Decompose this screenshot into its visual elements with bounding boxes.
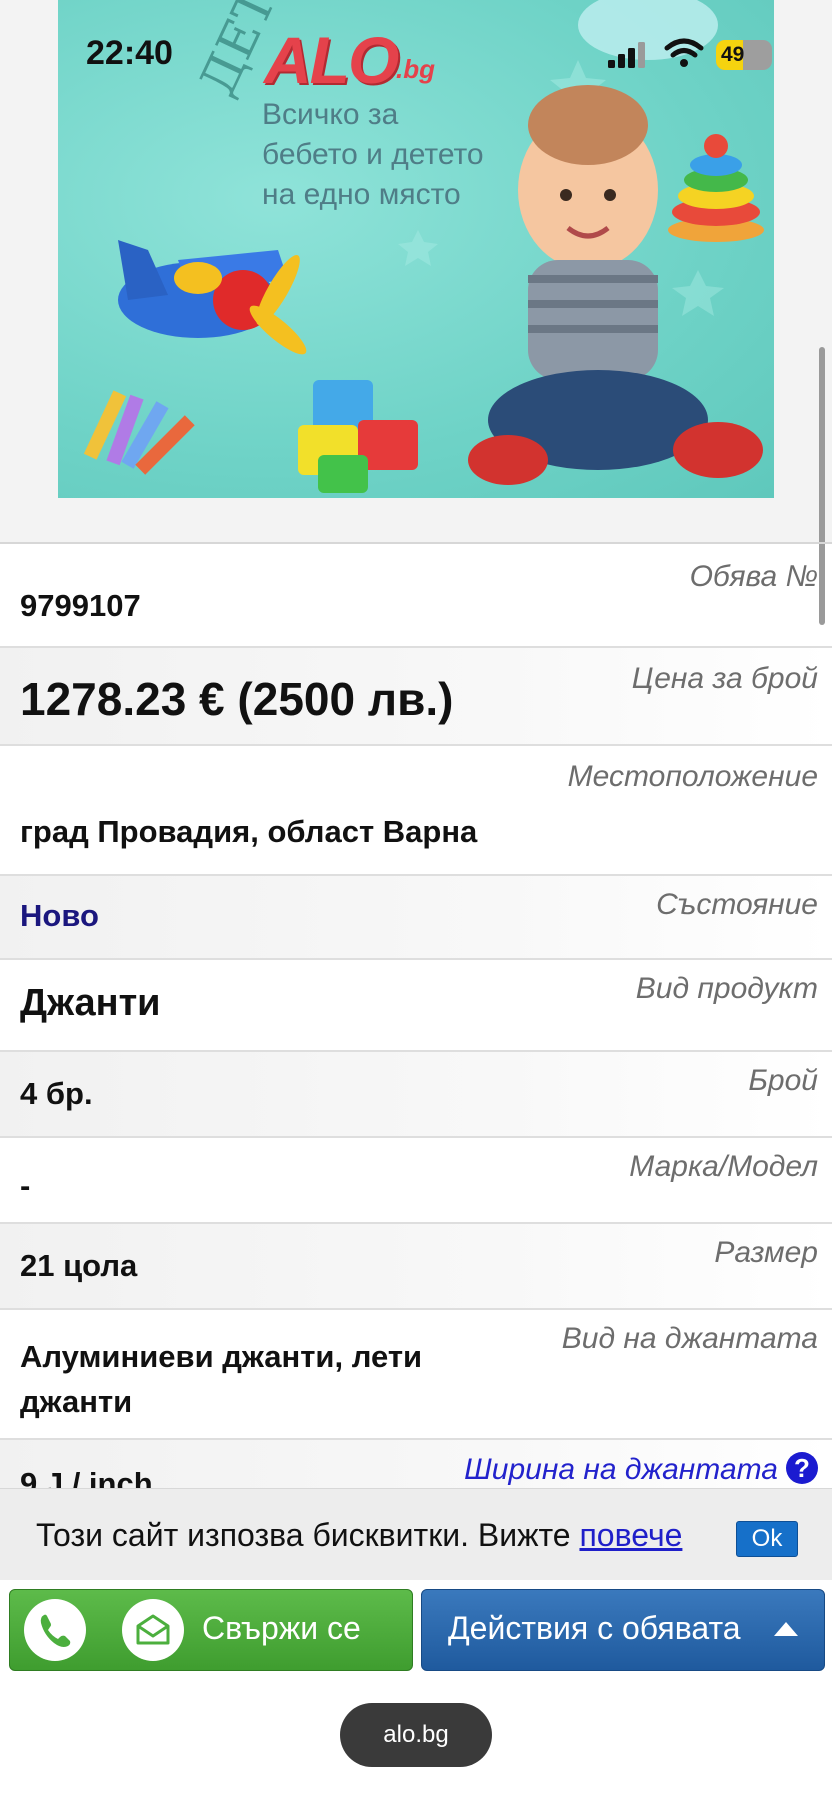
action-bar: Свържи се Действия с обявата	[0, 1580, 832, 1671]
help-icon[interactable]: ?	[786, 1452, 818, 1484]
crayons-icon	[83, 390, 195, 475]
rim-type-label: Вид на джантата	[561, 1322, 818, 1355]
phone-icon	[40, 1614, 71, 1647]
cookie-more-link[interactable]: повече	[579, 1517, 682, 1553]
banner-tagline: Всичко за бебето и детето на едно място	[262, 95, 542, 215]
row-count: Брой 4 бр.	[0, 1052, 832, 1138]
toy-blocks-icon	[298, 380, 418, 493]
row-brand-model: Марка/Модел -	[0, 1138, 832, 1224]
row-ad-number: Обява № 9799107	[0, 544, 832, 648]
row-condition: Състояние Ново	[0, 876, 832, 960]
ring-stacker-icon	[668, 134, 764, 242]
message-button[interactable]	[122, 1599, 184, 1661]
alo-logo-suffix: .bg	[396, 54, 435, 84]
brand-model-value: -	[20, 1168, 31, 1203]
size-label: Размер	[714, 1236, 818, 1269]
envelope-icon	[136, 1614, 170, 1645]
price-label: Цена за брой	[631, 662, 818, 695]
row-price: Цена за брой 1278.23 € (2500 лв.)	[0, 648, 832, 746]
count-value: 4 бр.	[20, 1076, 93, 1111]
row-size: Размер 21 цола	[0, 1224, 832, 1310]
cookie-banner: Този сайт изпозва бисквитки. Вижте повеч…	[0, 1488, 832, 1581]
alo-logo: ALO	[264, 23, 399, 97]
rim-width-label[interactable]: Ширина на джантата?	[464, 1452, 818, 1487]
banner-area: ДЕТСКИ ALO .bg Всичко за бебето и детето…	[0, 0, 832, 542]
product-type-label: Вид продукт	[635, 972, 818, 1005]
condition-label: Състояние	[656, 888, 818, 921]
row-rim-type: Вид на джантата Алуминиеви джанти, лети …	[0, 1310, 832, 1440]
location-value: град Провадия, област Варна	[20, 814, 478, 849]
tagline-line: на едно място	[262, 178, 461, 211]
cookie-message: Този сайт изпозва бисквитки. Вижте	[36, 1517, 571, 1553]
condition-value: Ново	[20, 898, 99, 933]
row-location: Местоположение град Провадия, област Вар…	[0, 746, 832, 876]
ad-banner-image[interactable]: ДЕТСКИ ALO .bg Всичко за бебето и детето…	[58, 0, 774, 498]
caret-up-icon	[774, 1622, 798, 1636]
toy-airplane-icon	[118, 240, 307, 355]
tagline-line: Всичко за	[262, 98, 399, 131]
phone-button[interactable]	[24, 1599, 86, 1661]
size-value: 21 цола	[20, 1248, 138, 1283]
contact-label: Свържи се	[202, 1610, 361, 1646]
ad-details-table: Обява № 9799107 Цена за брой 1278.23 € (…	[0, 542, 832, 1520]
cookie-ok-button[interactable]: Ok	[736, 1521, 798, 1557]
row-product-type: Вид продукт Джанти	[0, 960, 832, 1052]
product-type-value: Джанти	[20, 982, 161, 1024]
tagline-line: бебето и детето	[262, 138, 484, 171]
cookie-text: Този сайт изпозва бисквитки. Вижте повеч…	[36, 1517, 682, 1554]
count-label: Брой	[748, 1064, 818, 1097]
brand-model-label: Марка/Модел	[629, 1150, 818, 1183]
rim-width-label-text[interactable]: Ширина на джантата	[464, 1453, 778, 1486]
ad-number-label: Обява №	[689, 560, 818, 593]
contact-button[interactable]: Свържи се	[9, 1589, 413, 1671]
ad-number-value: 9799107	[20, 588, 141, 623]
ad-actions-label: Действия с обявата	[448, 1610, 741, 1646]
price-value: 1278.23 € (2500 лв.)	[20, 673, 454, 725]
ad-actions-button[interactable]: Действия с обявата	[421, 1589, 825, 1671]
url-bar[interactable]: alo.bg	[340, 1703, 492, 1767]
location-label: Местоположение	[567, 760, 818, 793]
rim-type-value: Алуминиеви джанти, лети джанти	[20, 1339, 423, 1419]
